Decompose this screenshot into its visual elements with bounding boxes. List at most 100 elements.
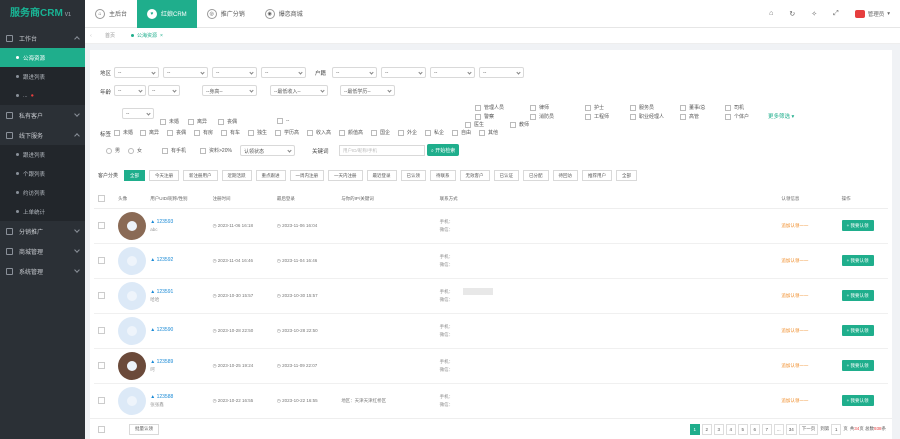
fullscreen-icon[interactable]: ⤢ — [833, 10, 839, 18]
tag-high-edu[interactable]: 学历高 — [275, 129, 299, 136]
gender-female-radio[interactable]: 女 — [128, 147, 142, 154]
region-district-select[interactable]: -- — [212, 67, 257, 78]
home-icon[interactable]: ⌂ — [769, 10, 773, 17]
crumb-public-pool[interactable]: 公海资源 × — [123, 28, 171, 44]
tag-private[interactable]: 私企 — [425, 129, 444, 136]
user-uid[interactable]: ▲ 123590 — [150, 327, 208, 333]
job-nurse-checkbox[interactable]: 护士 — [585, 104, 604, 111]
marriage-unmarried-checkbox[interactable]: 未婚 — [160, 118, 179, 125]
filter-day-button[interactable]: 一天内注册 — [328, 170, 363, 181]
claim-status-select[interactable]: 认领状态 — [240, 145, 295, 156]
row-checkbox[interactable] — [98, 222, 105, 229]
user-menu[interactable]: 管理员 ▾ — [854, 9, 890, 18]
fill-rate-checkbox[interactable]: 资料>20% — [200, 147, 232, 154]
job-executive-checkbox[interactable]: 高管 — [680, 113, 699, 120]
claim-button[interactable]: + 我要认领 — [841, 255, 874, 266]
footer-select-all-checkbox[interactable] — [98, 425, 105, 433]
col-last-login[interactable]: 最后登录 — [272, 190, 338, 209]
user-uid[interactable]: ▲ 123591 — [150, 289, 208, 295]
avatar[interactable] — [118, 386, 147, 415]
job-management-checkbox[interactable]: 管理人员 — [475, 104, 504, 111]
claim-button[interactable]: + 我要认领 — [841, 220, 874, 231]
filter-contact-button[interactable]: 待联系 — [430, 170, 456, 181]
page-4[interactable]: 4 — [725, 423, 736, 435]
job-director-checkbox[interactable]: 董事/总 — [680, 104, 705, 111]
tag-high-income[interactable]: 收入高 — [307, 129, 331, 136]
tag-car[interactable]: 有车 — [221, 129, 240, 136]
job-selfemployed-checkbox[interactable]: 个体户 — [725, 113, 749, 120]
tab-main-backend[interactable]: ⌂ 主后台 — [85, 0, 137, 28]
page-1[interactable]: 1 — [689, 423, 700, 435]
user-uid[interactable]: ▲ 123593 — [150, 219, 208, 225]
filter-week-button[interactable]: 一周内注册 — [289, 170, 325, 181]
avatar[interactable] — [118, 246, 147, 275]
sidebar-item-public-pool[interactable]: 公海资源 — [0, 48, 85, 67]
huji-city-select[interactable]: -- — [381, 67, 426, 78]
marriage-widowed-checkbox[interactable]: 丧偶 — [218, 118, 237, 125]
marriage-empty-checkbox[interactable]: -- — [277, 118, 289, 124]
tag-widowed[interactable]: 丧偶 — [167, 129, 186, 136]
filter-recommend-button[interactable]: 推荐用户 — [582, 170, 613, 181]
row-checkbox[interactable] — [98, 362, 105, 369]
tag-good-looks[interactable]: 颜值高 — [339, 129, 363, 136]
theme-icon[interactable]: ✧ — [811, 10, 817, 18]
job-engineer-checkbox[interactable]: 工程师 — [585, 113, 609, 120]
avatar[interactable] — [118, 316, 147, 345]
filter-today-button[interactable]: 今天注册 — [149, 170, 180, 181]
sidebar-item-distribution[interactable]: 分销推广 — [0, 221, 85, 241]
job-teacher-checkbox[interactable]: 教师 — [510, 121, 529, 128]
filter-claimed-button[interactable]: 已认领 — [400, 170, 427, 181]
region-street-select[interactable]: -- — [261, 67, 306, 78]
user-uid[interactable]: ▲ 123589 — [150, 359, 208, 365]
next-page-button[interactable]: 下一页 — [798, 423, 819, 435]
filter-active-button[interactable]: 近期活跃 — [221, 170, 252, 181]
crumb-home[interactable]: 首页 — [97, 28, 123, 44]
tag-foreign[interactable]: 外企 — [398, 129, 417, 136]
sidebar-item-follow-list[interactable]: 跟进列表 — [0, 67, 85, 86]
page-6[interactable]: 6 — [749, 423, 760, 435]
filter-revisit-button[interactable]: 待回访 — [552, 170, 579, 181]
marriage-select[interactable]: -- — [122, 108, 154, 119]
page-7[interactable]: 7 — [761, 423, 772, 435]
job-police-checkbox[interactable]: 警察 — [475, 113, 494, 120]
page-2[interactable]: 2 — [701, 423, 712, 435]
filter-verified-button[interactable]: 已认证 — [493, 170, 520, 181]
sidebar-item-order-stats[interactable]: 上单统计 — [0, 202, 85, 221]
claim-button[interactable]: + 我要认领 — [841, 325, 874, 336]
tab-crm[interactable]: ♥ 红娘CRM — [137, 0, 197, 28]
search-input[interactable]: 用户ID/昵称/手机 — [339, 145, 425, 156]
region-city-select[interactable]: -- — [163, 67, 208, 78]
tag-house[interactable]: 有房 — [194, 129, 213, 136]
search-button[interactable]: ⌕ 开始检索 — [427, 144, 460, 156]
sidebar-item-offline-service[interactable]: 线下服务 — [0, 125, 85, 145]
job-manager-checkbox[interactable]: 职业经理人 — [630, 113, 664, 120]
avatar[interactable] — [118, 351, 147, 380]
huji-street-select[interactable]: -- — [479, 67, 524, 78]
job-firefighter-checkbox[interactable]: 消防员 — [530, 113, 554, 120]
sidebar-item-personal-follow[interactable]: 个跟列表 — [0, 164, 85, 183]
claim-button[interactable]: + 我要认领 — [841, 360, 874, 371]
gender-male-radio[interactable]: 男 — [106, 147, 120, 154]
sidebar-item-more[interactable]: ... ● — [0, 86, 85, 105]
claim-button[interactable]: + 我要认领 — [841, 395, 874, 406]
filter-assigned-button[interactable]: 已分配 — [523, 170, 549, 181]
filter-reset-button[interactable]: 全部 — [616, 170, 638, 181]
sidebar-item-mall[interactable]: 商城管理 — [0, 241, 85, 261]
job-lawyer-checkbox[interactable]: 律师 — [530, 104, 549, 111]
close-icon[interactable]: × — [160, 33, 163, 39]
education-select[interactable]: --最低学历-- — [340, 85, 395, 96]
page-3[interactable]: 3 — [713, 423, 724, 435]
age-max-select[interactable]: -- — [148, 85, 180, 96]
page-number-input[interactable]: 1 — [831, 423, 842, 435]
row-checkbox[interactable] — [98, 292, 105, 299]
tag-freelance[interactable]: 自由 — [452, 129, 471, 136]
tab-distribution[interactable]: ◎ 推广分销 — [197, 0, 255, 28]
filter-key-button[interactable]: 重点跟进 — [255, 170, 286, 181]
filter-login-button[interactable]: 最近登录 — [366, 170, 397, 181]
user-uid[interactable]: ▲ 123588 — [150, 394, 208, 400]
region-province-select[interactable]: -- — [114, 67, 159, 78]
more-filters-link[interactable]: 更多筛选 ▾ — [768, 112, 794, 120]
page-5[interactable]: 5 — [737, 423, 748, 435]
marriage-divorced-checkbox[interactable]: 离异 — [188, 118, 207, 125]
col-reg-time[interactable]: 注册时间 — [208, 190, 273, 209]
